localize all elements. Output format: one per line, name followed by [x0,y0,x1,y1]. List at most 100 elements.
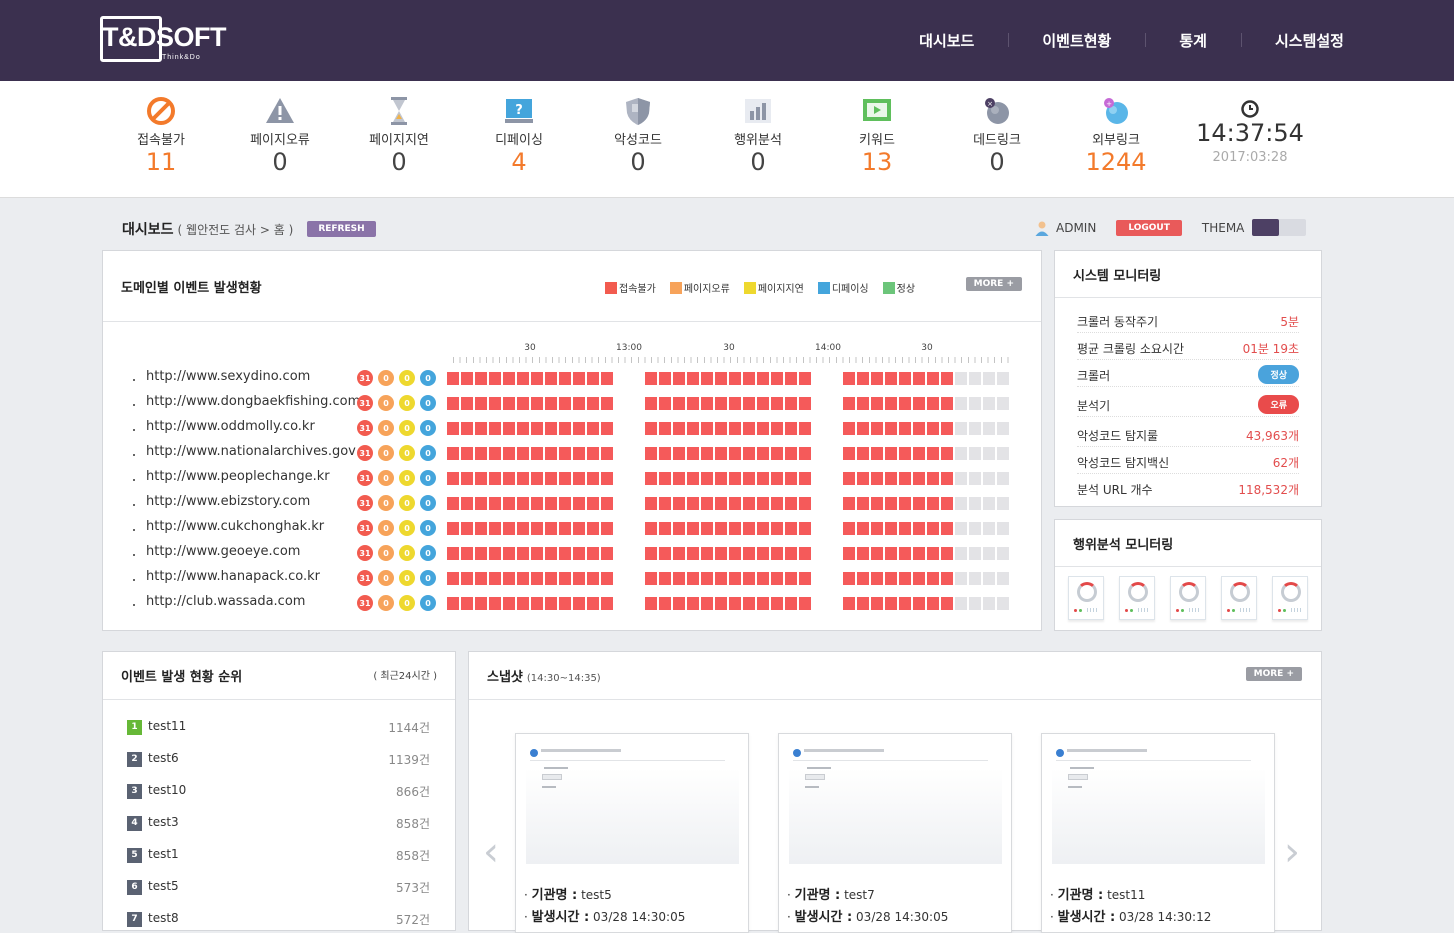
timeline-slot[interactable] [743,597,755,610]
timeline-slot[interactable] [785,497,797,510]
timeline-slot[interactable] [673,497,685,510]
timeline-slot[interactable] [969,447,981,460]
timeline-slot[interactable] [771,597,783,610]
timeline-slot[interactable] [573,572,585,585]
timeline-slot[interactable] [559,497,571,510]
timeline-slot[interactable] [489,422,501,435]
timeline-slot[interactable] [871,522,883,535]
domain-url[interactable]: http://club.wassada.com [146,594,305,609]
timeline-slot[interactable] [701,497,713,510]
event-count-badge[interactable]: 0 [378,520,394,536]
timeline-slot[interactable] [573,547,585,560]
timeline-slot[interactable] [447,422,459,435]
timeline-slot[interactable] [673,547,685,560]
event-count-badge[interactable]: 0 [378,570,394,586]
behavior-monitor[interactable] [1221,576,1257,620]
timeline-slot[interactable] [955,472,967,485]
event-count-badge[interactable]: 31 [357,520,373,536]
timeline-slot[interactable] [531,497,543,510]
timeline-slot[interactable] [729,547,741,560]
timeline-slot[interactable] [517,597,529,610]
timeline-slot[interactable] [941,522,953,535]
timeline-slot[interactable] [955,547,967,560]
timeline-slot[interactable] [461,597,473,610]
timeline-slot[interactable] [517,522,529,535]
timeline-slot[interactable] [969,422,981,435]
timeline-slot[interactable] [573,497,585,510]
timeline-slot[interactable] [729,497,741,510]
event-count-badge[interactable]: 31 [357,595,373,611]
timeline-slot[interactable] [899,472,911,485]
event-count-badge[interactable]: 31 [357,420,373,436]
timeline-slot[interactable] [573,397,585,410]
timeline-slot[interactable] [645,522,657,535]
timeline-slot[interactable] [601,472,613,485]
event-count-badge[interactable]: 0 [399,395,415,411]
timeline-slot[interactable] [983,472,995,485]
event-count-badge[interactable]: 0 [378,595,394,611]
event-count-badge[interactable]: 0 [399,445,415,461]
timeline-slot[interactable] [559,397,571,410]
timeline-slot[interactable] [715,497,727,510]
timeline-slot[interactable] [659,597,671,610]
timeline-slot[interactable] [573,522,585,535]
timeline-slot[interactable] [645,447,657,460]
timeline-slot[interactable] [771,372,783,385]
timeline-slot[interactable] [913,422,925,435]
timeline-slot[interactable] [687,547,699,560]
domain-url[interactable]: http://www.hanapack.co.kr [146,569,320,584]
timeline-slot[interactable] [687,447,699,460]
timeline-slot[interactable] [461,422,473,435]
timeline-slot[interactable] [969,522,981,535]
timeline-slot[interactable] [799,547,811,560]
event-count-badge[interactable]: 31 [357,445,373,461]
timeline-slot[interactable] [503,472,515,485]
timeline-slot[interactable] [785,422,797,435]
timeline-slot[interactable] [587,497,599,510]
timeline-slot[interactable] [601,422,613,435]
event-count-badge[interactable]: 0 [420,545,436,561]
timeline-slot[interactable] [969,597,981,610]
timeline-slot[interactable] [941,472,953,485]
behavior-monitor[interactable] [1119,576,1155,620]
timeline-slot[interactable] [799,597,811,610]
timeline-slot[interactable] [673,472,685,485]
timeline-slot[interactable] [743,422,755,435]
event-count-badge[interactable]: 0 [378,495,394,511]
timeline-slot[interactable] [645,497,657,510]
timeline-slot[interactable] [969,547,981,560]
timeline-slot[interactable] [687,497,699,510]
timeline-slot[interactable] [503,522,515,535]
ranking-row[interactable]: 6 test5 573건 [127,878,430,898]
timeline-slot[interactable] [601,447,613,460]
timeline-slot[interactable] [955,397,967,410]
timeline-slot[interactable] [517,372,529,385]
domain-url[interactable]: http://www.sexydino.com [146,369,310,384]
nav-event-status[interactable]: 이벤트현황 [1008,30,1145,51]
timeline-slot[interactable] [771,472,783,485]
timeline-slot[interactable] [701,422,713,435]
timeline-slot[interactable] [743,547,755,560]
timeline-slot[interactable] [913,372,925,385]
timeline-slot[interactable] [517,447,529,460]
timeline-slot[interactable] [857,422,869,435]
timeline-slot[interactable] [517,472,529,485]
timeline-slot[interactable] [587,547,599,560]
timeline-slot[interactable] [899,397,911,410]
event-count-badge[interactable]: 0 [378,470,394,486]
timeline-slot[interactable] [983,397,995,410]
timeline-slot[interactable] [799,422,811,435]
timeline-slot[interactable] [927,572,939,585]
timeline-slot[interactable] [545,547,557,560]
timeline-slot[interactable] [913,547,925,560]
timeline-slot[interactable] [517,422,529,435]
timeline-slot[interactable] [447,397,459,410]
timeline-slot[interactable] [885,422,897,435]
timeline-slot[interactable] [913,397,925,410]
timeline-slot[interactable] [545,397,557,410]
timeline-slot[interactable] [559,547,571,560]
timeline-slot[interactable] [927,397,939,410]
timeline-slot[interactable] [899,422,911,435]
timeline-slot[interactable] [941,547,953,560]
timeline-slot[interactable] [729,597,741,610]
